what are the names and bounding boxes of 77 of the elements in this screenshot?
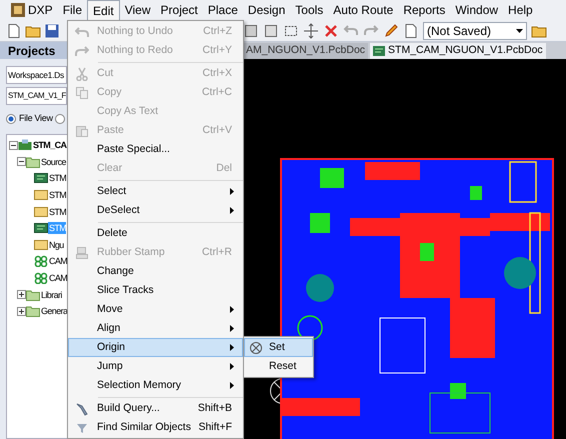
collapse-icon[interactable]: [9, 140, 18, 150]
library-icon: [34, 272, 48, 284]
workspace-field[interactable]: Workspace1.Ds: [6, 66, 67, 84]
menu-item[interactable]: Align: [68, 319, 243, 338]
menu-item[interactable]: Edit: [87, 0, 120, 20]
radio-button[interactable]: [6, 114, 16, 124]
folder-icon: [26, 156, 40, 168]
radio-button[interactable]: [54, 114, 65, 124]
clipboard-icon: [75, 124, 89, 138]
menu-item[interactable]: Selection Memory: [68, 376, 243, 395]
board-icon: [34, 172, 48, 184]
document-icon[interactable]: [403, 22, 419, 38]
menu-item[interactable]: Window: [450, 0, 504, 20]
project-field[interactable]: STM_CAM_V1_F: [6, 87, 67, 105]
sheet-icon: [34, 206, 48, 218]
tree-item[interactable]: Source: [40, 156, 66, 168]
tree-item[interactable]: Genera: [40, 305, 68, 318]
expand-icon[interactable]: [17, 306, 26, 316]
tree-item[interactable]: STM: [48, 189, 66, 202]
undo-icon: [75, 24, 89, 38]
pcb-canvas[interactable]: [243, 59, 566, 439]
sheet-icon: [34, 189, 48, 202]
menu-item[interactable]: Place: [202, 0, 243, 20]
menu-item[interactable]: Set: [244, 338, 313, 357]
menu-item[interactable]: Paste Special...: [68, 140, 243, 159]
board-icon: [373, 46, 386, 56]
project-icon: [18, 139, 32, 152]
menu-item[interactable]: Jump: [68, 357, 243, 376]
collapse-icon[interactable]: [17, 157, 26, 166]
tree-item[interactable]: CAM: [48, 255, 68, 268]
scissors-icon: [75, 66, 89, 80]
board-icon: [34, 222, 48, 234]
menu-item[interactable]: Reset: [244, 357, 313, 376]
menu-item[interactable]: Reports: [398, 0, 450, 20]
menu-item[interactable]: Design: [242, 0, 290, 20]
library-icon: [34, 255, 48, 268]
caret-icon: [516, 28, 523, 32]
radio-label: File View: [19, 112, 53, 126]
menu-item[interactable]: Origin: [68, 338, 243, 357]
tree-item[interactable]: CAM: [48, 272, 68, 284]
redo-icon: [75, 44, 89, 58]
menu-item[interactable]: Build Query... Shift+B: [68, 399, 243, 418]
menu-item[interactable]: Select: [68, 182, 243, 201]
menu-item[interactable]: Tools: [290, 0, 328, 20]
folder-icon: [26, 288, 40, 301]
new-file-icon[interactable]: [6, 22, 22, 38]
menu-item[interactable]: View: [120, 0, 156, 20]
menu-item[interactable]: Find Similar Objects Shift+F: [68, 418, 243, 437]
panel-title: Projects: [8, 42, 56, 60]
menu-item[interactable]: Move: [68, 300, 243, 319]
tree-item[interactable]: Ngu: [48, 238, 64, 251]
pencil-icon[interactable]: [383, 22, 399, 38]
tree-item[interactable]: STM: [48, 172, 66, 184]
tree-item[interactable]: Librari: [40, 288, 62, 301]
dxp-menu[interactable]: DXP: [6, 0, 58, 20]
save-icon[interactable]: [44, 22, 60, 38]
menu-item[interactable]: File: [58, 0, 88, 20]
stamp-icon: [75, 246, 89, 260]
sheet-icon: [34, 238, 48, 251]
dropdown[interactable]: (Not Saved): [423, 22, 527, 40]
logo-icon: [11, 3, 25, 17]
tree-item[interactable]: STM_CA: [32, 139, 66, 152]
clear-icon[interactable]: [323, 22, 339, 38]
menu-item[interactable]: Help: [503, 0, 538, 20]
menu-item[interactable]: Change: [68, 262, 243, 281]
menu-item[interactable]: Project: [156, 0, 203, 20]
document-tab[interactable]: STM_CAM_NGUON_V1.PcbDoc: [370, 43, 546, 59]
menu-item[interactable]: DeSelect: [68, 201, 243, 220]
menu-item[interactable]: Delete: [68, 224, 243, 243]
expand-icon[interactable]: [17, 290, 26, 300]
tree-item[interactable]: STM: [48, 206, 66, 218]
document-tab[interactable]: AM_NGUON_V1.PcbDoc: [243, 43, 368, 59]
folder-icon: [26, 305, 40, 318]
move-icon[interactable]: [303, 22, 319, 38]
menu-item[interactable]: Slice Tracks: [68, 281, 243, 300]
menu-item[interactable]: Auto Route: [328, 0, 398, 20]
origin-icon: [249, 340, 263, 354]
